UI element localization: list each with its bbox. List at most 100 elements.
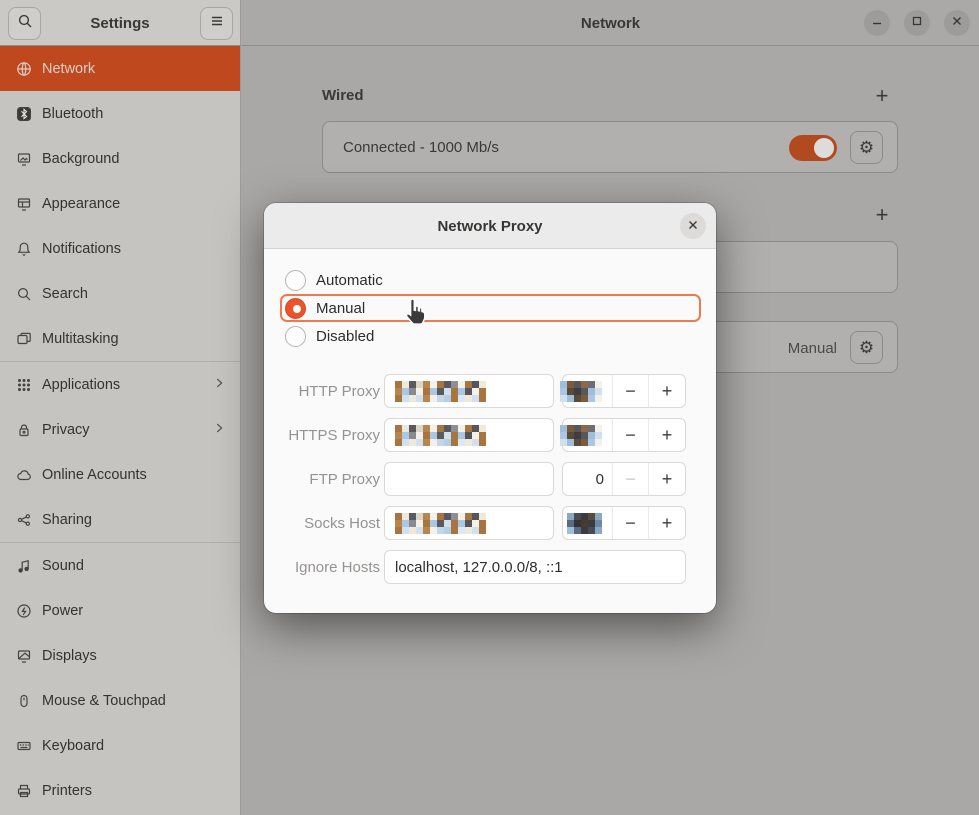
applications-icon [16,377,32,393]
displays-icon [16,648,32,664]
minimize-button[interactable] [864,10,890,36]
sidebar-headerbar: Settings [0,0,240,46]
sidebar-item-label: Appearance [42,196,120,212]
redacted-port-value [567,513,602,534]
sidebar-item-mouse[interactable]: Mouse & Touchpad [0,678,240,723]
sidebar-item-label: Power [42,603,83,619]
settings-sidebar: Settings Network Bluetooth Background [0,0,241,815]
ignore-hosts-value: localhost, 127.0.0.0/8, ::1 [395,559,563,576]
sidebar-item-search[interactable]: Search [0,271,240,316]
sidebar-item-online-accounts[interactable]: Online Accounts [0,452,240,497]
proxy-option-manual[interactable]: Manual [280,294,701,322]
add-wired-connection-button[interactable]: + [867,81,897,111]
ignore-hosts-label: Ignore Hosts [264,550,380,584]
socks-port-value[interactable] [563,507,613,539]
radio-unchecked-icon[interactable] [285,270,306,291]
redacted-host-value [395,513,486,534]
notifications-icon [16,241,32,257]
maximize-icon [911,14,923,32]
http-proxy-input[interactable] [384,374,554,408]
decrement-button[interactable]: − [613,375,649,407]
hamburger-menu-icon [209,13,225,34]
https-proxy-row: HTTPS Proxy − + [264,418,716,452]
wired-section-title: Wired [322,87,364,104]
ignore-hosts-row: Ignore Hosts localhost, 127.0.0.0/8, ::1 [264,550,716,584]
sidebar-item-privacy[interactable]: Privacy [0,407,240,452]
increment-button[interactable]: + [649,375,685,407]
decrement-button[interactable]: − [613,419,649,451]
gear-icon: ⚙ [859,338,874,357]
socks-host-row: Socks Host − + [264,506,716,540]
sidebar-item-label: Keyboard [42,738,104,754]
dialog-close-button[interactable] [680,213,706,239]
minimize-icon [871,14,883,32]
https-proxy-input[interactable] [384,418,554,452]
increment-button[interactable]: + [649,507,685,539]
ftp-proxy-port-value[interactable]: 0 [563,463,613,495]
sidebar-item-appearance[interactable]: Appearance [0,181,240,226]
add-vpn-button[interactable]: + [867,200,897,230]
sidebar-item-label: Multitasking [42,331,119,347]
https-proxy-port-value[interactable] [563,419,613,451]
sidebar-item-notifications[interactable]: Notifications [0,226,240,271]
https-proxy-label: HTTPS Proxy [264,418,380,452]
chevron-right-icon [212,376,226,394]
toggle-knob [814,138,834,158]
close-window-button[interactable] [944,10,970,36]
wired-settings-button[interactable]: ⚙ [850,131,883,164]
proxy-form: HTTP Proxy − + HTTPS Proxy − [264,374,716,594]
sidebar-item-sound[interactable]: Sound [0,543,240,588]
sidebar-item-displays[interactable]: Displays [0,633,240,678]
https-proxy-port-spinner: − + [562,418,686,452]
sidebar-item-label: Privacy [42,422,90,438]
sidebar-item-network[interactable]: Network [0,46,240,91]
primary-menu-button[interactable] [200,7,233,40]
wired-connection-row[interactable]: Connected - 1000 Mb/s ⚙ [322,121,898,173]
wired-toggle[interactable] [789,135,837,161]
ftp-proxy-port-spinner: 0 − + [562,462,686,496]
proxy-settings-button[interactable]: ⚙ [850,331,883,364]
printers-icon [16,783,32,799]
radio-unchecked-icon[interactable] [285,326,306,347]
decrement-button[interactable]: − [613,507,649,539]
ftp-proxy-input[interactable] [384,462,554,496]
socks-host-label: Socks Host [264,506,380,540]
redacted-port-value [560,381,602,402]
power-icon [16,603,32,619]
sidebar-item-label: Sharing [42,512,92,528]
ftp-proxy-label: FTP Proxy [264,462,380,496]
dialog-headerbar: Network Proxy [264,203,716,249]
increment-button[interactable]: + [649,463,685,495]
sidebar-item-label: Notifications [42,241,121,257]
network-proxy-dialog: Network Proxy Automatic Manual Disabled … [264,203,716,613]
socks-host-input[interactable] [384,506,554,540]
online-accounts-icon [16,467,32,483]
sidebar-item-sharing[interactable]: Sharing [0,497,240,542]
decrement-button: − [613,463,649,495]
main-headerbar: Network [242,0,979,46]
sidebar-item-label: Applications [42,377,120,393]
network-icon [16,61,32,77]
sidebar-item-power[interactable]: Power [0,588,240,633]
ignore-hosts-input[interactable]: localhost, 127.0.0.0/8, ::1 [384,550,686,584]
redacted-host-value [395,425,486,446]
proxy-option-automatic[interactable]: Automatic [280,266,701,294]
multitasking-icon [16,331,32,347]
increment-button[interactable]: + [649,419,685,451]
sidebar-item-applications[interactable]: Applications [0,362,240,407]
proxy-option-disabled[interactable]: Disabled [280,322,701,350]
sidebar-item-background[interactable]: Background [0,136,240,181]
sidebar-item-multitasking[interactable]: Multitasking [0,316,240,361]
http-proxy-port-value[interactable] [563,375,613,407]
sidebar-item-keyboard[interactable]: Keyboard [0,723,240,768]
radio-checked-icon[interactable] [285,298,306,319]
sharing-icon [16,512,32,528]
chevron-right-icon [212,421,226,439]
sidebar-item-printers[interactable]: Printers [0,768,240,813]
socks-port-spinner: − + [562,506,686,540]
wired-status-label: Connected - 1000 Mb/s [343,139,499,156]
sidebar-item-bluetooth[interactable]: Bluetooth [0,91,240,136]
background-icon [16,151,32,167]
http-proxy-port-spinner: − + [562,374,686,408]
maximize-button[interactable] [904,10,930,36]
